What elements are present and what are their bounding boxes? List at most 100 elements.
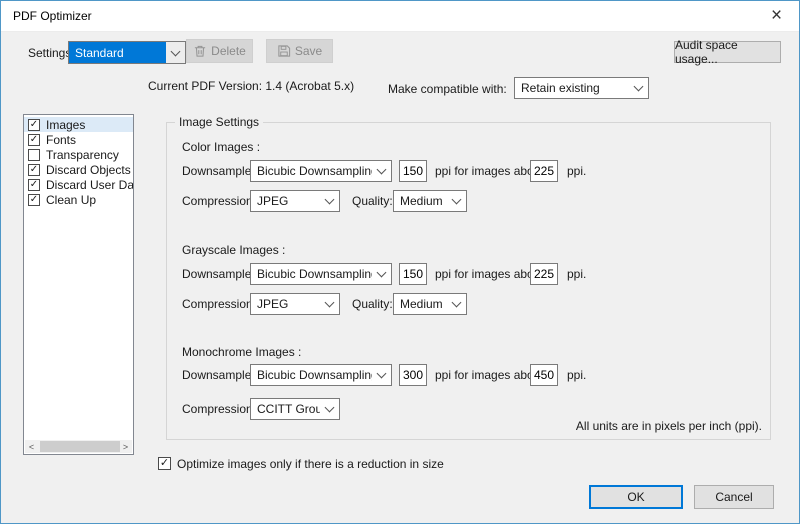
scroll-left-arrow-icon[interactable]: < — [25, 440, 38, 453]
quality-label: Quality: — [352, 297, 393, 311]
save-button-label: Save — [294, 44, 323, 58]
audit-space-usage-button[interactable]: Audit space usage... — [674, 38, 781, 66]
monochrome-ppi-input[interactable] — [399, 364, 427, 386]
chevron-down-icon — [447, 191, 466, 211]
pdf-optimizer-dialog: PDF Optimizer × Settings: Standard Delet… — [0, 0, 800, 524]
floppy-disk-icon — [277, 44, 291, 58]
color-compression-select[interactable]: JPEG — [250, 190, 340, 212]
downsample-method-value: Bicubic Downsampling to — [257, 267, 372, 281]
quality-value: Medium — [400, 194, 443, 208]
title-bar: PDF Optimizer × — [1, 1, 799, 32]
color-ppi-input[interactable] — [399, 160, 427, 182]
scrollbar-thumb[interactable] — [40, 441, 120, 452]
downsample-label: Downsample: — [182, 267, 255, 281]
ppi-suffix-label: ppi. — [567, 164, 587, 178]
compression-label: Compression: — [182, 297, 257, 311]
images-checkbox[interactable]: ✓ — [28, 118, 40, 131]
chevron-down-icon — [447, 294, 466, 314]
cancel-button[interactable]: Cancel — [694, 485, 774, 509]
list-item-label: Discard User Data — [46, 177, 133, 192]
audit-button-label: Audit space usage... — [675, 38, 738, 66]
fonts-checkbox[interactable]: ✓ — [28, 133, 40, 146]
list-item-label: Clean Up — [46, 192, 97, 207]
list-item-clean-up[interactable]: ✓ Clean Up — [24, 192, 133, 207]
grayscale-above-ppi-input[interactable] — [530, 263, 558, 285]
grayscale-quality-select[interactable]: Medium — [393, 293, 467, 315]
make-compatible-label: Make compatible with: — [388, 82, 507, 96]
list-item-discard-user-data[interactable]: ✓ Discard User Data — [24, 177, 133, 192]
list-item-label: Discard Objects — [46, 162, 131, 177]
list-item-discard-objects[interactable]: ✓ Discard Objects — [24, 162, 133, 177]
grayscale-ppi-input[interactable] — [399, 263, 427, 285]
compression-value: JPEG — [257, 194, 289, 208]
image-settings-group: Image Settings Color Images : Downsample… — [166, 115, 771, 440]
chevron-down-icon — [166, 42, 185, 63]
pdf-version-text: Current PDF Version: 1.4 (Acrobat 5.x) — [148, 79, 355, 93]
group-title: Image Settings — [175, 115, 264, 129]
chevron-down-icon — [320, 399, 339, 419]
list-item-fonts[interactable]: ✓ Fonts — [24, 132, 133, 147]
make-compatible-value: Retain existing — [521, 81, 600, 95]
quality-label: Quality: — [352, 194, 393, 208]
list-item-images[interactable]: ✓ Images — [24, 117, 133, 132]
chevron-down-icon — [372, 264, 391, 284]
chevron-down-icon — [320, 191, 339, 211]
compression-value: CCITT Group 4 — [257, 402, 320, 416]
section-title: Monochrome Images : — [182, 345, 302, 359]
trash-icon — [193, 44, 207, 58]
horizontal-scrollbar[interactable]: < > — [25, 440, 132, 453]
downsample-method-value: Bicubic Downsampling to — [257, 164, 372, 178]
compression-label: Compression: — [182, 402, 257, 416]
grayscale-images-section: Grayscale Images : Downsample: Bicubic D… — [182, 243, 760, 335]
downsample-label: Downsample: — [182, 164, 255, 178]
ppi-suffix-label: ppi. — [567, 267, 587, 281]
transparency-checkbox[interactable] — [28, 148, 40, 161]
color-above-ppi-input[interactable] — [530, 160, 558, 182]
monochrome-above-ppi-input[interactable] — [530, 364, 558, 386]
color-images-section: Color Images : Downsample: Bicubic Downs… — [182, 140, 760, 232]
ok-button-label: OK — [627, 490, 645, 504]
ok-button[interactable]: OK — [589, 485, 683, 509]
settings-value: Standard — [69, 42, 166, 63]
list-item-label: Transparency — [46, 147, 119, 162]
list-item-transparency[interactable]: Transparency — [24, 147, 133, 162]
chevron-down-icon — [372, 161, 391, 181]
make-compatible-select[interactable]: Retain existing — [514, 77, 649, 99]
list-item-label: Images — [46, 117, 86, 132]
monochrome-downsample-select[interactable]: Bicubic Downsampling to — [250, 364, 392, 386]
grayscale-compression-select[interactable]: JPEG — [250, 293, 340, 315]
quality-value: Medium — [400, 297, 443, 311]
clean-up-checkbox[interactable]: ✓ — [28, 193, 40, 206]
downsample-method-value: Bicubic Downsampling to — [257, 368, 372, 382]
save-button[interactable]: Save — [266, 39, 333, 63]
color-quality-select[interactable]: Medium — [393, 190, 467, 212]
chevron-down-icon — [372, 365, 391, 385]
list-item-label: Fonts — [46, 132, 77, 147]
downsample-label: Downsample: — [182, 368, 255, 382]
optimize-images-row[interactable]: ✓ Optimize images only if there is a red… — [158, 457, 444, 471]
units-note: All units are in pixels per inch (ppi). — [575, 419, 762, 433]
monochrome-images-section: Monochrome Images : Downsample: Bicubic … — [182, 345, 760, 425]
delete-button-label: Delete — [211, 44, 246, 58]
settings-select[interactable]: Standard — [68, 41, 186, 64]
dialog-title: PDF Optimizer — [13, 9, 92, 23]
section-title: Grayscale Images : — [182, 243, 286, 257]
compression-label: Compression: — [182, 194, 257, 208]
color-downsample-select[interactable]: Bicubic Downsampling to — [250, 160, 392, 182]
monochrome-compression-select[interactable]: CCITT Group 4 — [250, 398, 340, 420]
grayscale-downsample-select[interactable]: Bicubic Downsampling to — [250, 263, 392, 285]
discard-user-data-checkbox[interactable]: ✓ — [28, 178, 40, 191]
optimize-images-label[interactable]: Optimize images only if there is a reduc… — [177, 457, 444, 471]
delete-button[interactable]: Delete — [186, 39, 253, 63]
chevron-down-icon — [320, 294, 339, 314]
chevron-down-icon — [629, 78, 648, 98]
ppi-suffix-label: ppi. — [567, 368, 587, 382]
section-title: Color Images : — [182, 140, 261, 154]
scroll-right-arrow-icon[interactable]: > — [119, 440, 132, 453]
optimizer-panels-list: ✓ Images ✓ Fonts Transparency ✓ Discard … — [23, 114, 134, 455]
cancel-button-label: Cancel — [715, 490, 753, 504]
optimize-images-checkbox[interactable]: ✓ — [158, 457, 171, 470]
compression-value: JPEG — [257, 297, 289, 311]
close-icon[interactable]: × — [754, 1, 799, 31]
discard-objects-checkbox[interactable]: ✓ — [28, 163, 40, 176]
